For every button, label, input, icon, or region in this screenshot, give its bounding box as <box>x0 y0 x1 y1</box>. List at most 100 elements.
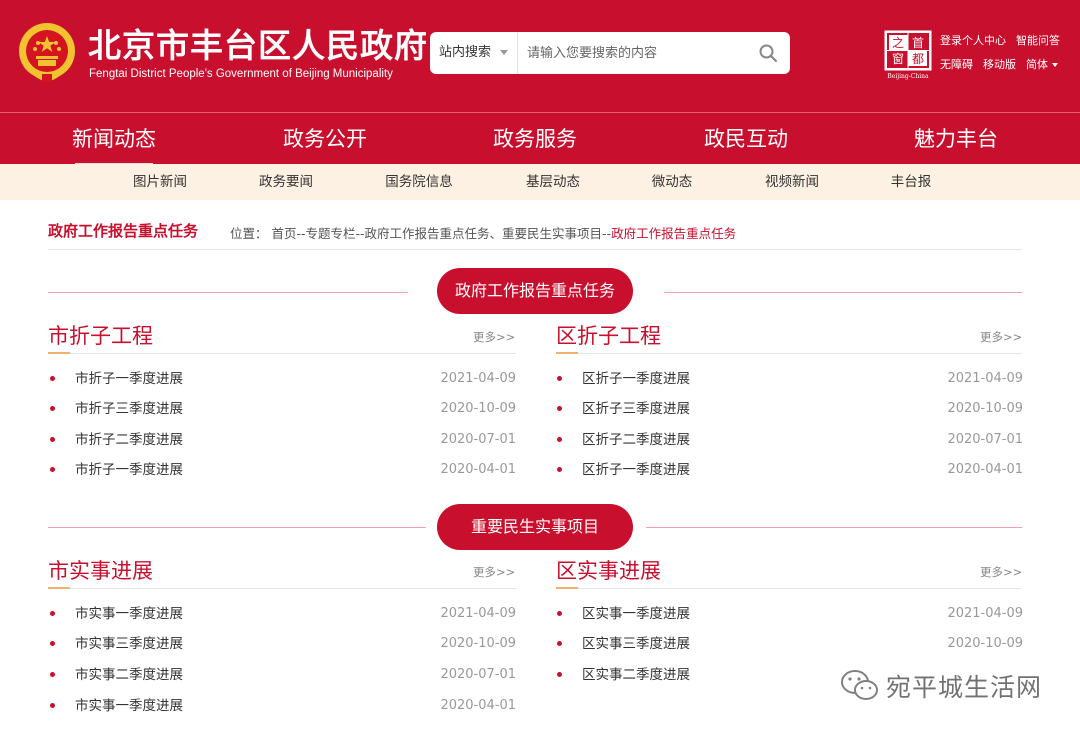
list-item-title: 市实事三季度进展 <box>75 636 183 652</box>
breadcrumb-path[interactable]: 首页--专题专栏--政府工作报告重点任务、重要民生实事项目-- <box>272 226 612 241</box>
bullet-icon <box>50 467 55 472</box>
main-nav-item-gov-affairs[interactable]: 政务公开 <box>270 113 380 165</box>
mobile-version-link[interactable]: 移动版 <box>983 56 1016 71</box>
sub-nav-item-state-council[interactable]: 国务院信息 <box>374 164 464 200</box>
page-title: 政府工作报告重点任务 <box>48 222 199 240</box>
list-item[interactable]: 市实事一季度进展 2020-04-01 <box>50 696 516 716</box>
bullet-icon <box>557 376 562 381</box>
watermark-text: 宛平城生活网 <box>886 673 1043 702</box>
main-nav-item-services[interactable]: 政务服务 <box>480 113 590 165</box>
search-scope-select[interactable]: 站内搜索 <box>430 32 518 74</box>
more-link-district-tasks[interactable]: 更多>> <box>980 329 1022 345</box>
list-item-title: 市折子二季度进展 <box>75 432 183 448</box>
top-links: 登录个人中心 智能问答 无障碍 移动版 简体 <box>940 32 1060 80</box>
sub-nav-item-micro[interactable]: 微动态 <box>627 164 717 200</box>
sub-nav-item-photo-news[interactable]: 图片新闻 <box>115 164 205 200</box>
list-item[interactable]: 市折子三季度进展 2020-10-09 <box>50 399 516 419</box>
bullet-icon <box>50 437 55 442</box>
section-title-badge[interactable]: 政府工作报告重点任务 <box>437 268 633 314</box>
section-divider-right <box>646 527 1022 528</box>
list-item[interactable]: 区实事一季度进展 2021-04-09 <box>557 604 1023 624</box>
sub-nav: 图片新闻 政务要闻 国务院信息 基层动态 微动态 视频新闻 丰台报 <box>0 164 1080 200</box>
list-item-date: 2020-10-09 <box>440 401 516 416</box>
list-item-title: 市实事二季度进展 <box>75 667 183 683</box>
list-item[interactable]: 市实事三季度进展 2020-10-09 <box>50 634 516 654</box>
list-item-date: 2021-04-09 <box>947 606 1023 621</box>
list-item[interactable]: 市折子二季度进展 2020-07-01 <box>50 430 516 450</box>
language-label: 简体 <box>1026 58 1048 71</box>
list-item[interactable]: 市实事二季度进展 2020-07-01 <box>50 665 516 685</box>
more-link-city-projects[interactable]: 更多>> <box>473 564 515 580</box>
list-item-date: 2020-10-09 <box>947 636 1023 651</box>
capital-logo-char-3: 之 <box>892 36 904 50</box>
list-item-date: 2020-04-01 <box>440 698 516 713</box>
search-icon[interactable] <box>758 43 778 63</box>
bullet-icon <box>557 672 562 677</box>
sub-nav-item-grassroots[interactable]: 基层动态 <box>508 164 598 200</box>
smart-qa-link[interactable]: 智能问答 <box>1016 32 1060 47</box>
bullet-icon <box>50 672 55 677</box>
main-nav-item-fengtai[interactable]: 魅力丰台 <box>901 113 1011 165</box>
national-emblem-icon[interactable] <box>18 22 76 84</box>
column-rule <box>48 587 516 589</box>
list-item[interactable]: 区折子一季度进展 2020-04-01 <box>557 460 1023 480</box>
section-title-badge[interactable]: 重要民生实事项目 <box>437 504 633 550</box>
watermark: 宛平城生活网 <box>840 666 1042 706</box>
list-item-title: 市折子一季度进展 <box>75 371 183 387</box>
list-item-title: 市折子一季度进展 <box>75 462 183 478</box>
search-input[interactable] <box>519 32 749 74</box>
list-item-title: 市实事一季度进展 <box>75 698 183 714</box>
list-item-date: 2020-10-09 <box>947 401 1023 416</box>
main-nav-item-news[interactable]: 新闻动态 <box>59 113 169 165</box>
list-item[interactable]: 区折子二季度进展 2020-07-01 <box>557 430 1023 450</box>
capital-window-logo-icon[interactable]: 首 都 之 窗 Beijing-China <box>884 30 932 80</box>
section-divider-right <box>664 292 1022 293</box>
main-nav: 新闻动态 政务公开 政务服务 政民互动 魅力丰台 <box>0 112 1080 165</box>
list-item-title: 区折子一季度进展 <box>582 462 690 478</box>
more-link-district-projects[interactable]: 更多>> <box>980 564 1022 580</box>
column-title-district-tasks[interactable]: 区折子工程 <box>556 320 661 350</box>
list-item[interactable]: 区折子三季度进展 2020-10-09 <box>557 399 1023 419</box>
section-divider-left <box>48 292 408 293</box>
bullet-icon <box>50 376 55 381</box>
list-item[interactable]: 市实事一季度进展 2021-04-09 <box>50 604 516 624</box>
list-item-date: 2020-07-01 <box>440 432 516 447</box>
list-item-date: 2021-04-09 <box>440 371 516 386</box>
accessibility-link[interactable]: 无障碍 <box>940 56 973 71</box>
bullet-icon <box>50 703 55 708</box>
column-title-district-projects[interactable]: 区实事进展 <box>556 555 661 585</box>
list-item-title: 区实事一季度进展 <box>582 606 690 622</box>
sub-nav-item-gov-news[interactable]: 政务要闻 <box>241 164 331 200</box>
search-box: 站内搜索 <box>430 32 790 74</box>
more-link-city-tasks[interactable]: 更多>> <box>473 329 515 345</box>
capital-logo-char-1: 首 <box>912 36 924 50</box>
capital-logo-caption: Beijing-China <box>887 73 929 80</box>
search-scope-label: 站内搜索 <box>439 45 492 60</box>
column-title-city-projects[interactable]: 市实事进展 <box>48 555 153 585</box>
wechat-icon <box>841 670 878 700</box>
site-subtitle: Fengtai District People's Government of … <box>89 68 393 80</box>
bullet-icon <box>50 611 55 616</box>
column-rule <box>556 587 1022 589</box>
list-item-date: 2020-07-01 <box>947 432 1023 447</box>
list-item-date: 2020-04-01 <box>440 462 516 477</box>
sub-nav-item-newspaper[interactable]: 丰台报 <box>866 164 956 200</box>
breadcrumb-bar: 政府工作报告重点任务 位置： 首页--专题专栏--政府工作报告重点任务、重要民生… <box>48 210 1022 250</box>
list-item-date: 2020-10-09 <box>440 636 516 651</box>
column-title-city-tasks[interactable]: 市折子工程 <box>48 320 153 350</box>
bullet-icon <box>557 641 562 646</box>
language-select[interactable]: 简体 <box>1026 56 1058 71</box>
site-header: 北京市丰台区人民政府 Fengtai District People's Gov… <box>0 0 1080 112</box>
main-nav-item-interaction[interactable]: 政民互动 <box>691 113 801 165</box>
caret-down-icon <box>1052 63 1058 67</box>
breadcrumb-location-label: 位置： <box>230 226 268 241</box>
list-item[interactable]: 区实事三季度进展 2020-10-09 <box>557 634 1023 654</box>
list-item[interactable]: 市折子一季度进展 2020-04-01 <box>50 460 516 480</box>
list-item[interactable]: 区折子一季度进展 2021-04-09 <box>557 369 1023 389</box>
sub-nav-item-video[interactable]: 视频新闻 <box>747 164 837 200</box>
list-item-title: 市折子三季度进展 <box>75 401 183 417</box>
login-link[interactable]: 登录个人中心 <box>940 32 1006 47</box>
list-item-title: 区折子三季度进展 <box>582 401 690 417</box>
site-title[interactable]: 北京市丰台区人民政府 <box>88 26 428 66</box>
list-item[interactable]: 市折子一季度进展 2021-04-09 <box>50 369 516 389</box>
